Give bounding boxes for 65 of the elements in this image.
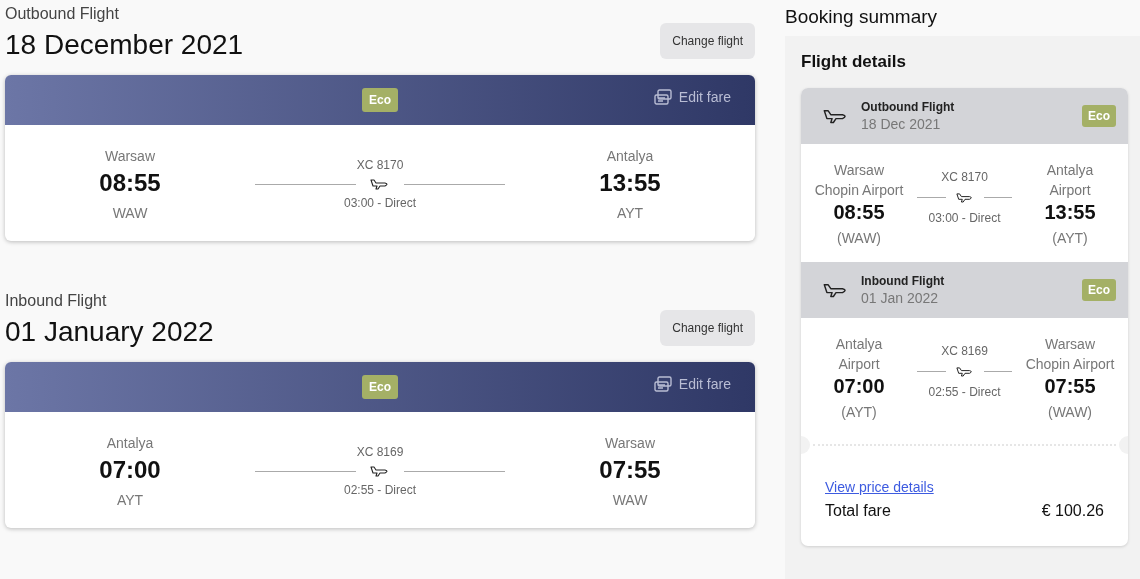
airport-name: Airport bbox=[1049, 181, 1091, 200]
city-name: Antalya bbox=[606, 147, 654, 164]
arrival-time: 07:55 bbox=[599, 455, 661, 484]
airport-code: (AYT) bbox=[841, 403, 877, 422]
airport-name: Antalya bbox=[1046, 161, 1094, 180]
leg-date: 01 Jan 2022 bbox=[861, 290, 940, 306]
flight-number: XC 8169 bbox=[941, 344, 988, 358]
leg-label: Outbound Flight bbox=[861, 100, 956, 114]
flight-duration: 02:55 - Direct bbox=[928, 385, 1001, 399]
flight-number: XC 8170 bbox=[941, 170, 988, 184]
arrival-time: 07:55 bbox=[1044, 374, 1096, 398]
price-details-link[interactable]: View price details bbox=[825, 479, 934, 495]
airport-name: Chopin Airport bbox=[1025, 355, 1115, 374]
airport-code: WAW bbox=[112, 204, 148, 221]
flight-duration: 02:55 - Direct bbox=[344, 483, 416, 497]
city-name: Antalya bbox=[106, 434, 154, 451]
airport-code: (WAW) bbox=[836, 229, 882, 248]
total-amount: € 100.26 bbox=[1041, 502, 1104, 520]
section-label: Inbound Flight bbox=[5, 292, 108, 310]
airport-name: Warsaw bbox=[833, 161, 884, 180]
airport-code: (WAW) bbox=[1047, 403, 1093, 422]
plane-icon bbox=[370, 465, 390, 477]
departure-time: 08:55 bbox=[99, 168, 161, 197]
fare-badge: Eco bbox=[1082, 105, 1116, 127]
arrival-time: 13:55 bbox=[599, 168, 661, 197]
flight-duration: 03:00 - Direct bbox=[928, 211, 1001, 225]
plane-icon bbox=[955, 366, 974, 377]
summary-title: Booking summary bbox=[785, 6, 939, 29]
change-flight-button[interactable]: Change flight bbox=[660, 23, 755, 59]
leg-label: Inbound Flight bbox=[861, 274, 946, 288]
change-flight-button[interactable]: Change flight bbox=[660, 310, 755, 346]
flight-date: 18 December 2021 bbox=[5, 29, 244, 61]
airport-name: Antalya bbox=[835, 335, 883, 354]
city-name: Warsaw bbox=[604, 434, 655, 451]
leg-date: 18 Dec 2021 bbox=[861, 116, 942, 132]
flight-date: 01 January 2022 bbox=[5, 316, 214, 348]
departure-time: 08:55 bbox=[833, 200, 885, 224]
ticket-icon bbox=[653, 376, 672, 392]
airport-code: WAW bbox=[612, 491, 648, 508]
airport-code: AYT bbox=[116, 491, 144, 508]
plane-icon bbox=[823, 282, 849, 298]
airport-name: Chopin Airport bbox=[814, 181, 904, 200]
city-name: Warsaw bbox=[104, 147, 155, 164]
summary-heading: Flight details bbox=[801, 52, 907, 72]
fare-badge: Eco bbox=[362, 88, 398, 112]
flight-number: XC 8170 bbox=[356, 158, 404, 172]
edit-fare-button[interactable]: Edit fare bbox=[653, 376, 731, 392]
plane-icon bbox=[955, 192, 974, 203]
departure-time: 07:00 bbox=[833, 374, 885, 398]
total-label: Total fare bbox=[825, 502, 891, 520]
section-label: Outbound Flight bbox=[5, 5, 120, 23]
fare-badge: Eco bbox=[1082, 279, 1116, 301]
plane-icon bbox=[370, 178, 390, 190]
plane-icon bbox=[823, 108, 849, 124]
airport-name: Warsaw bbox=[1044, 335, 1095, 354]
departure-time: 07:00 bbox=[99, 455, 161, 484]
airport-code: AYT bbox=[616, 204, 644, 221]
flight-duration: 03:00 - Direct bbox=[344, 196, 416, 210]
airport-name: Airport bbox=[838, 355, 880, 374]
flight-number: XC 8169 bbox=[356, 445, 404, 459]
edit-fare-button[interactable]: Edit fare bbox=[653, 89, 731, 105]
arrival-time: 13:55 bbox=[1044, 200, 1096, 224]
fare-badge: Eco bbox=[362, 375, 398, 399]
ticket-icon bbox=[653, 89, 672, 105]
airport-code: (AYT) bbox=[1052, 229, 1088, 248]
